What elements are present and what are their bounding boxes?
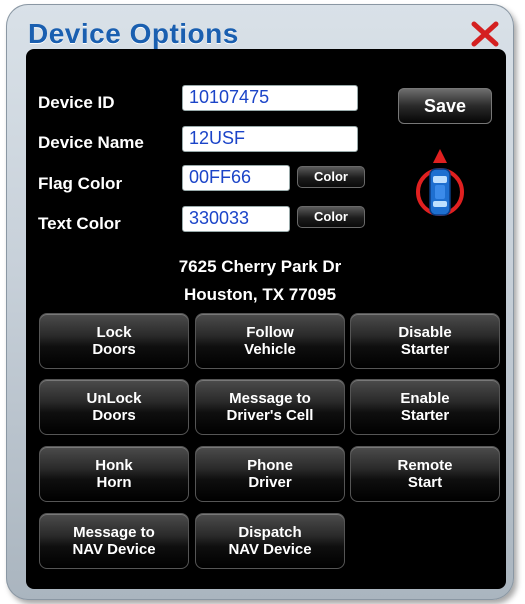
- button-label-line1: Message to: [73, 524, 155, 541]
- text-color-button[interactable]: Color: [297, 206, 365, 228]
- button-label-line1: Disable: [398, 324, 452, 341]
- follow-vehicle-button[interactable]: Follow Vehicle: [195, 313, 345, 369]
- button-label-line2: Horn: [96, 474, 132, 491]
- button-label-line1: Follow: [246, 324, 294, 341]
- device-name-label: Device Name: [38, 133, 144, 152]
- save-button[interactable]: Save: [398, 88, 492, 124]
- button-label-line2: Vehicle: [244, 341, 296, 358]
- unlock-doors-button[interactable]: UnLock Doors: [39, 379, 189, 435]
- device-id-label: Device ID: [38, 93, 115, 112]
- button-label-line1: Message to: [229, 390, 311, 407]
- text-color-input[interactable]: 330033: [182, 206, 290, 232]
- flag-color-label: Flag Color: [38, 174, 123, 193]
- button-label-line2: Doors: [92, 407, 136, 424]
- button-label-line2: NAV Device: [72, 541, 156, 558]
- phone-driver-button[interactable]: Phone Driver: [195, 446, 345, 502]
- button-label-line2: Driver: [248, 474, 292, 491]
- enable-starter-button[interactable]: Enable Starter: [350, 379, 500, 435]
- disable-starter-button[interactable]: Disable Starter: [350, 313, 500, 369]
- button-label-line1: Phone: [247, 457, 293, 474]
- device-id-input[interactable]: 10107475: [182, 85, 358, 111]
- button-label-line1: Enable: [400, 390, 450, 407]
- button-label-line2: NAV Device: [228, 541, 312, 558]
- text-color-label: Text Color: [38, 214, 121, 233]
- dispatch-nav-device-button[interactable]: Dispatch NAV Device: [195, 513, 345, 569]
- button-label-line2: Doors: [92, 341, 136, 358]
- remote-start-button[interactable]: Remote Start: [350, 446, 500, 502]
- lock-doors-button[interactable]: Lock Doors: [39, 313, 189, 369]
- button-label-line2: Start: [407, 474, 443, 491]
- device-name-input[interactable]: 12USF: [182, 126, 358, 152]
- button-label-line1: Honk: [95, 457, 133, 474]
- flag-color-input[interactable]: 00FF66: [182, 165, 290, 191]
- message-driver-cell-button[interactable]: Message to Driver's Cell: [195, 379, 345, 435]
- message-nav-device-button[interactable]: Message to NAV Device: [39, 513, 189, 569]
- honk-horn-button[interactable]: Honk Horn: [39, 446, 189, 502]
- button-label-line1: UnLock: [86, 390, 142, 407]
- close-icon[interactable]: [470, 19, 500, 49]
- button-label-line2: Starter: [400, 341, 450, 358]
- button-label-line1: Lock: [96, 324, 132, 341]
- button-label-line2: Starter: [400, 407, 450, 424]
- flag-color-button[interactable]: Color: [297, 166, 365, 188]
- dialog-title: Device Options: [28, 18, 239, 49]
- button-label-line1: Dispatch: [238, 524, 302, 541]
- vehicle-address-line1: 7625 Cherry Park Dr: [178, 257, 342, 276]
- vehicle-address-line2: Houston, TX 77095: [183, 285, 337, 304]
- button-label-line2: Driver's Cell: [226, 407, 314, 424]
- vehicle-direction-icon: [414, 147, 466, 225]
- button-label-line1: Remote: [397, 457, 453, 474]
